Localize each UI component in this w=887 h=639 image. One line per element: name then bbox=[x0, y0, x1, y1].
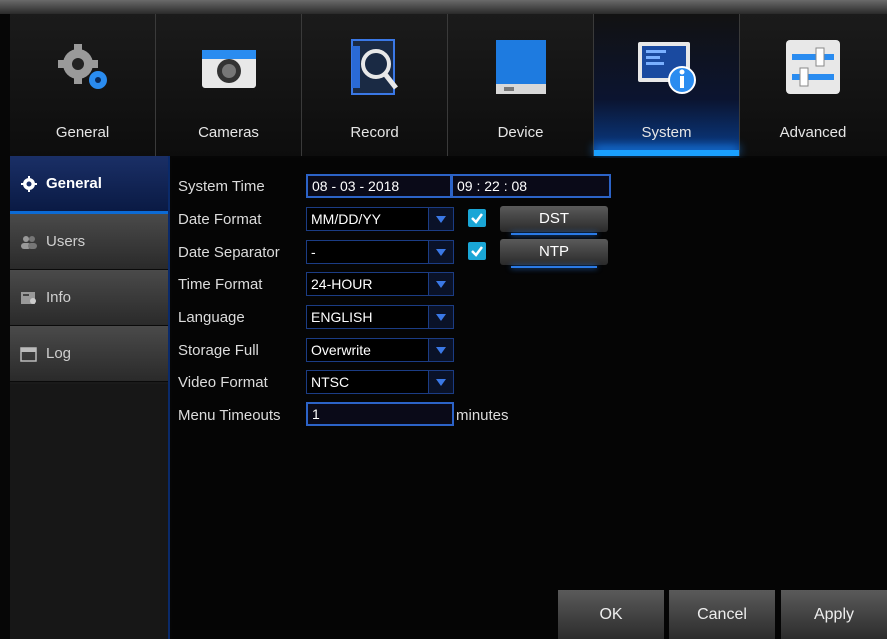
sidebar-item-label: Log bbox=[46, 345, 72, 362]
tab-device-label: Device bbox=[497, 124, 544, 141]
date-format-select[interactable]: MM/DD/YY bbox=[306, 207, 454, 231]
ntp-checkbox[interactable] bbox=[468, 242, 486, 260]
sidebar-item-label: Users bbox=[46, 233, 86, 250]
sidebar-item-info[interactable]: Info bbox=[10, 270, 168, 326]
tab-advanced[interactable]: Advanced bbox=[740, 14, 886, 156]
tab-device[interactable]: Device bbox=[448, 14, 594, 156]
gear-icon bbox=[21, 175, 37, 192]
users-icon bbox=[21, 235, 37, 249]
tab-record[interactable]: Record bbox=[302, 14, 448, 156]
sliders-icon bbox=[786, 40, 840, 94]
date-format-value: MM/DD/YY bbox=[311, 211, 381, 227]
sidebar: General Users Info Log bbox=[10, 156, 170, 639]
storage-full-select[interactable]: Overwrite bbox=[306, 338, 454, 362]
record-magnifier-icon bbox=[350, 39, 398, 95]
date-separator-value: - bbox=[311, 244, 316, 260]
log-calendar-icon bbox=[20, 346, 37, 362]
tab-advanced-label: Advanced bbox=[779, 124, 847, 141]
dst-button[interactable]: DST bbox=[500, 206, 608, 235]
dst-checkbox[interactable] bbox=[468, 209, 486, 227]
system-time-field[interactable]: 09 : 22 : 08 bbox=[451, 174, 611, 198]
checkmark-icon bbox=[471, 246, 483, 257]
sidebar-item-general[interactable]: General bbox=[10, 156, 168, 214]
video-format-value: NTSC bbox=[311, 374, 350, 390]
sidebar-item-label: General bbox=[46, 175, 102, 192]
tab-system[interactable]: System bbox=[594, 14, 740, 156]
tab-system-label: System bbox=[641, 124, 692, 141]
window-top-rim bbox=[0, 0, 887, 14]
tab-general-label: General bbox=[55, 124, 110, 141]
storage-full-value: Overwrite bbox=[311, 342, 371, 358]
apply-button[interactable]: Apply bbox=[781, 590, 887, 639]
date-format-label: Date Format bbox=[178, 211, 262, 228]
language-select[interactable]: ENGLISH bbox=[306, 305, 454, 329]
chevron-down-icon[interactable] bbox=[428, 339, 453, 361]
storage-full-label: Storage Full bbox=[178, 342, 259, 359]
sidebar-item-log[interactable]: Log bbox=[10, 326, 168, 382]
main-tab-bar: General Cameras Record Device System Adv… bbox=[10, 14, 887, 156]
cancel-button[interactable]: Cancel bbox=[669, 590, 775, 639]
chevron-down-icon[interactable] bbox=[428, 306, 453, 328]
time-format-select[interactable]: 24-HOUR bbox=[306, 272, 454, 296]
system-time-label: System Time bbox=[178, 178, 265, 195]
date-separator-select[interactable]: - bbox=[306, 240, 454, 264]
chevron-down-icon[interactable] bbox=[428, 273, 453, 295]
ntp-button[interactable]: NTP bbox=[500, 239, 608, 268]
chevron-down-icon[interactable] bbox=[428, 371, 453, 393]
checkmark-icon bbox=[471, 213, 483, 224]
menu-timeouts-label: Menu Timeouts bbox=[178, 407, 281, 424]
menu-timeouts-input[interactable]: 1 bbox=[306, 402, 454, 426]
time-format-value: 24-HOUR bbox=[311, 276, 373, 292]
date-separator-label: Date Separator bbox=[178, 244, 280, 261]
video-format-label: Video Format bbox=[178, 374, 268, 391]
system-general-panel: System Time 08 - 03 - 2018 09 : 22 : 08 … bbox=[172, 158, 887, 639]
system-date-field[interactable]: 08 - 03 - 2018 bbox=[306, 174, 452, 198]
dvr-settings-window: General Cameras Record Device System Adv… bbox=[0, 0, 887, 639]
tab-cameras[interactable]: Cameras bbox=[156, 14, 302, 156]
system-info-icon bbox=[637, 42, 696, 94]
time-format-label: Time Format bbox=[178, 276, 263, 293]
language-value: ENGLISH bbox=[311, 309, 373, 325]
camera-icon bbox=[201, 50, 256, 88]
video-format-select[interactable]: NTSC bbox=[306, 370, 454, 394]
sidebar-item-users[interactable]: Users bbox=[10, 214, 168, 270]
chevron-down-icon[interactable] bbox=[428, 241, 453, 263]
gears-icon bbox=[57, 44, 107, 89]
tab-cameras-label: Cameras bbox=[198, 124, 259, 141]
language-label: Language bbox=[178, 309, 245, 326]
chevron-down-icon[interactable] bbox=[428, 208, 453, 230]
sidebar-empty-area bbox=[10, 384, 168, 639]
tab-record-label: Record bbox=[350, 124, 399, 141]
ok-button[interactable]: OK bbox=[558, 590, 664, 639]
hard-drive-icon bbox=[495, 40, 546, 94]
sidebar-item-label: Info bbox=[46, 289, 72, 306]
info-card-icon bbox=[21, 291, 36, 304]
tab-general[interactable]: General bbox=[10, 14, 156, 156]
menu-timeouts-unit: minutes bbox=[456, 407, 509, 424]
